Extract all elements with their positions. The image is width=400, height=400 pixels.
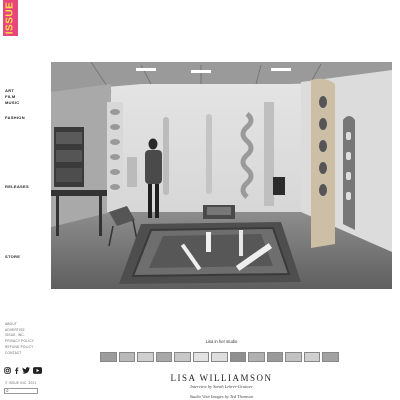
main-nav: ART FILM MUSIC [5,88,19,106]
gallery-thumbnail[interactable] [155,352,172,362]
footer-links: ABOUT ADVERTISE ISSUE, INC. PRIVACY POLI… [5,322,34,356]
gallery-thumbnail[interactable] [211,352,228,362]
gallery-thumbnail[interactable] [192,352,209,362]
footer-link-privacy-policy[interactable]: PRIVACY POLICY [5,339,34,345]
issue-logo[interactable]: ISSUE [3,0,18,36]
gallery-thumbnail[interactable] [137,352,154,362]
photo-credit: Studio Visit Images by Ted Thomson [189,394,254,399]
gallery-thumbnail[interactable] [285,352,302,362]
footer-link-contact[interactable]: CONTACT [5,351,34,357]
twitter-icon[interactable] [22,367,30,374]
search-icon[interactable]: ⌕ [6,389,9,394]
gallery-thumbnail[interactable] [118,352,135,362]
instagram-icon[interactable] [4,367,11,374]
photo-caption: Lisa in her studio [205,339,238,344]
gallery-thumbnail[interactable] [100,352,117,362]
studio-photo [51,62,392,289]
gallery-thumbnail[interactable] [174,352,191,362]
nav-item-music[interactable]: MUSIC [5,100,19,106]
gallery-thumbnail[interactable] [303,352,320,362]
article-byline: Interview by Sarah Lehrer-Graiwer [190,384,253,389]
nav-item-store[interactable]: STORE [5,254,20,259]
social-links [4,367,42,374]
article-title: LISA WILLIAMSON [170,373,273,383]
gallery-thumbnail[interactable] [322,352,339,362]
logo-text: ISSUE [4,1,16,35]
gallery-thumbnail[interactable] [266,352,283,362]
copyright: © ISSUE INC. 2021 [5,381,37,385]
search-input[interactable] [12,389,36,393]
gallery-thumbnails [100,352,339,362]
gallery-thumbnail[interactable] [229,352,246,362]
facebook-icon[interactable] [14,367,19,374]
footer-link-refund-policy[interactable]: REFUND POLICY [5,345,34,351]
youtube-icon[interactable] [33,367,42,374]
nav-item-fashion[interactable]: FASHION [5,115,25,120]
gallery-thumbnail[interactable] [248,352,265,362]
nav-item-releases[interactable]: RELEASES [5,184,29,189]
search-box: ⌕ [4,388,38,394]
